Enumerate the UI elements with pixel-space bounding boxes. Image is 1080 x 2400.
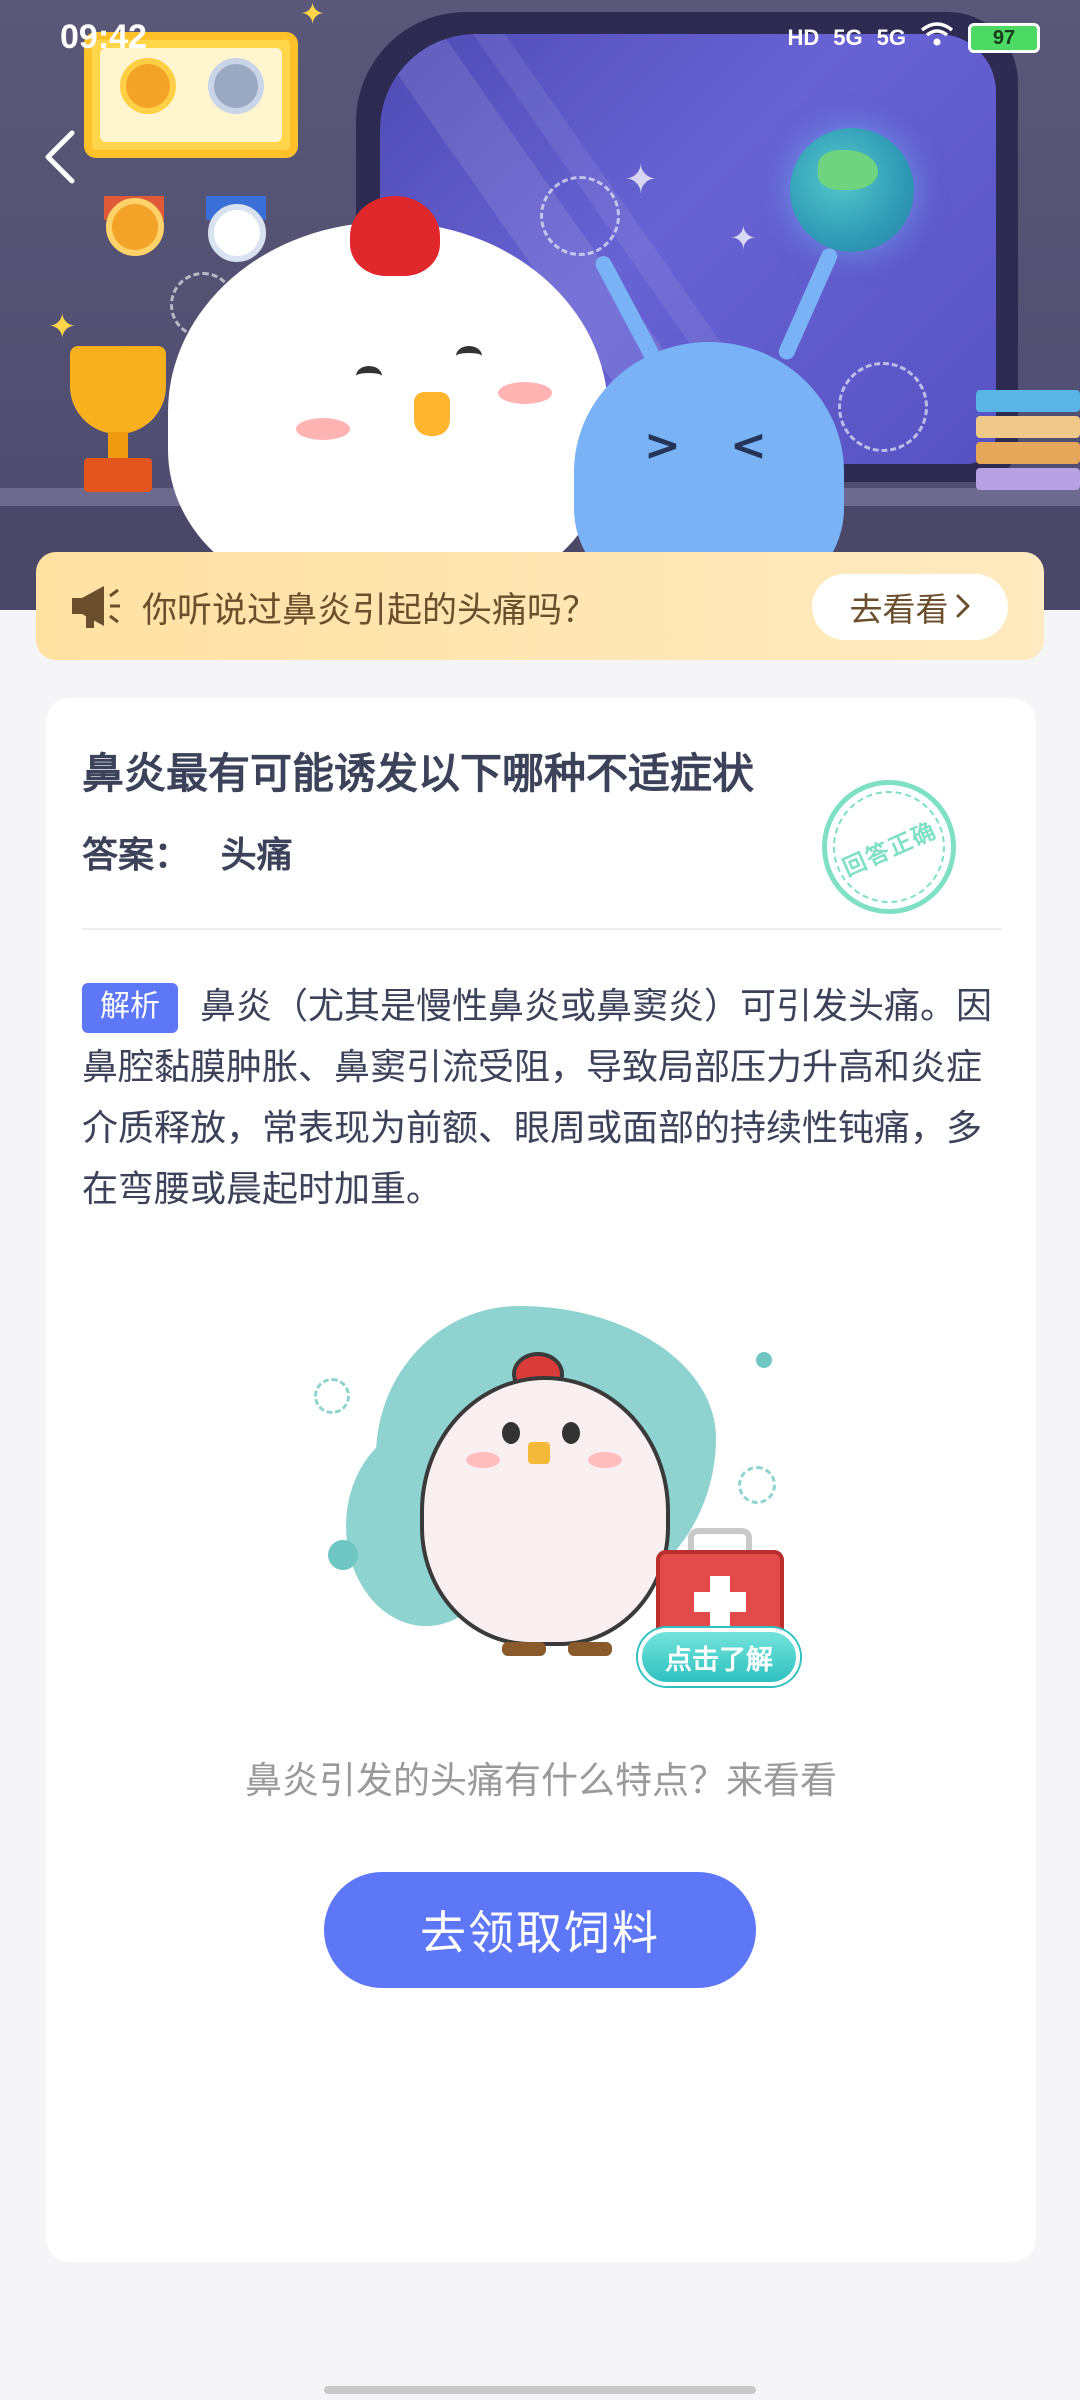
view-button-label: 去看看 [849,590,949,629]
illustration-caption: 鼻炎引发的头痛有什么特点？来看看 [245,1759,837,1802]
chicken-eye [456,346,482,366]
correct-stamp-text: 回答正确 [815,773,963,921]
dot [756,1352,772,1368]
battery-icon: 97 [968,23,1040,53]
question-card: 鼻炎最有可能诱发以下哪种不适症状 答案： 头痛 回答正确 解析 鼻炎（尤其是慢性鼻… [46,698,1036,2262]
books-icon [976,390,1080,490]
book [976,468,1080,490]
planet-illustration [790,128,914,252]
chicken-foot [568,1642,612,1656]
answer-value: 头痛 [220,835,293,876]
view-button[interactable]: 去看看 [812,574,1008,640]
gold-medal-icon [106,198,164,256]
dot [328,1540,358,1570]
notice-banner[interactable]: 你听说过鼻炎引起的头痛吗？ 去看看 [36,552,1044,660]
chicken-eye [562,1422,580,1444]
notice-text: 你听说过鼻炎引起的头痛吗？ [142,591,598,631]
analysis-text: 鼻炎（尤其是慢性鼻炎或鼻窦炎）可引发头痛。因鼻腔黏膜肿胀、鼻窦引流受阻，导致局部… [82,986,993,1210]
dashed-circle [314,1378,350,1414]
correct-stamp: 回答正确 [800,758,978,936]
chicken-comb [350,196,440,276]
wifi-icon [920,22,954,54]
trophy-icon [70,346,166,434]
trophy-base [84,458,152,492]
chicken-eye [356,366,382,386]
trophy-stem [108,432,128,458]
dashed-circle [738,1466,776,1504]
chicken-beak [528,1442,550,1464]
signal-5g-icon: 5G [876,25,906,50]
hero-banner: ✦ ✦ ✦ ✦ > < 09:42 HD 5G 5G 97 [0,0,1080,610]
back-button[interactable] [34,122,84,192]
planet-land [818,150,878,190]
gold-medal-icon [120,58,176,114]
book [976,390,1080,412]
chicken-eye [502,1422,520,1444]
chicken-foot [502,1642,546,1656]
sparkle-icon: ✦ [48,307,77,347]
chevron-left-icon [45,130,75,184]
home-indicator[interactable] [324,2386,756,2394]
chicken-mascot [168,222,608,602]
sick-chicken-illustration[interactable]: 点击了解 [314,1306,800,1706]
divider [82,928,1002,930]
hd-icon: HD [787,25,820,50]
book [976,442,1080,464]
claim-feed-button[interactable]: 去领取饲料 [324,1872,756,1988]
chicken-blush [498,382,552,404]
signal-5g-icon: 5G [833,25,863,50]
chevron-right-icon [955,588,971,627]
book [976,416,1080,438]
sparkle-icon: ✦ [624,157,658,203]
alien-eye: < [730,420,767,471]
status-icons: HD 5G 5G 97 [787,22,1040,54]
chicken-beak [414,392,450,436]
sparkle-icon: ✦ [300,0,326,32]
learn-more-button[interactable]: 点击了解 [638,1628,800,1686]
chicken-blush [466,1452,500,1468]
white-medal-icon [208,204,266,262]
cross-icon [694,1592,746,1612]
answer-line: 答案： 头痛 [82,826,293,878]
dashed-circle [540,176,620,256]
analysis-paragraph: 解析 鼻炎（尤其是慢性鼻炎或鼻窦炎）可引发头痛。因鼻腔黏膜肿胀、鼻窦引流受阻，导致… [82,976,1006,1220]
sparkle-icon: ✦ [730,219,757,257]
chicken-blush [588,1452,622,1468]
status-time: 09:42 [60,18,147,56]
answer-label: 答案： [82,835,191,876]
analysis-tag: 解析 [82,983,178,1033]
dashed-circle [838,362,928,452]
alien-eye: > [644,420,681,471]
megaphone-icon [66,578,122,634]
sick-chicken [420,1376,670,1646]
chicken-blush [296,418,350,440]
question-title: 鼻炎最有可能诱发以下哪种不适症状 [82,749,755,798]
silver-medal-icon [208,58,264,114]
